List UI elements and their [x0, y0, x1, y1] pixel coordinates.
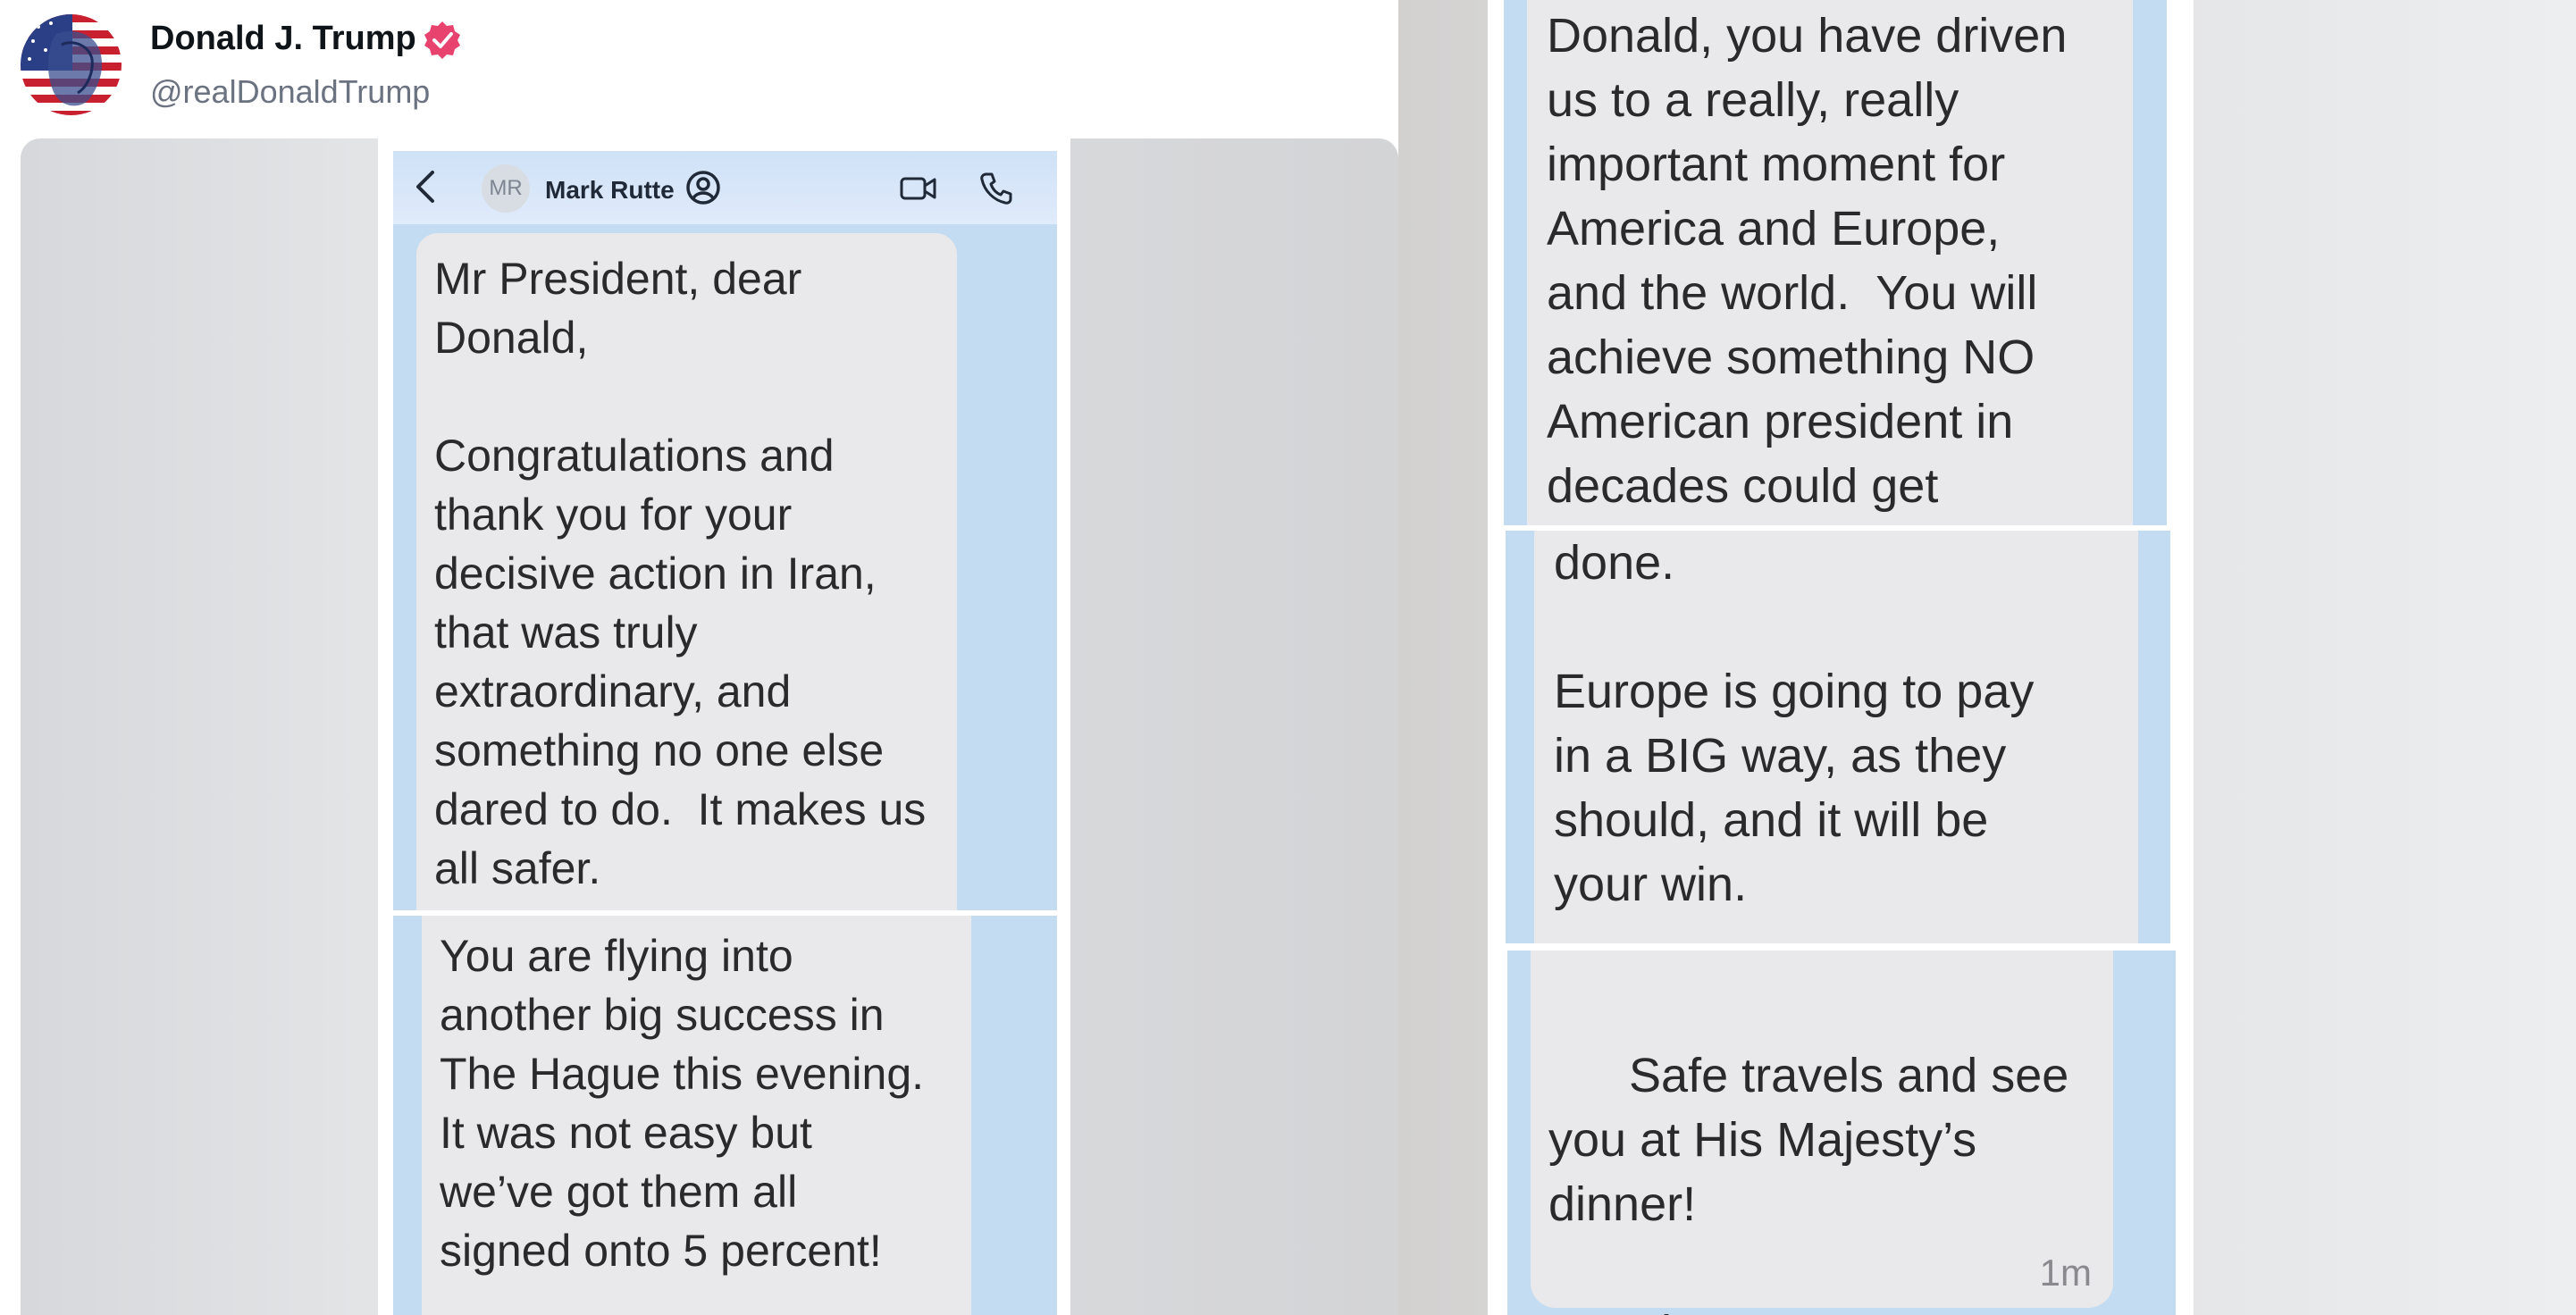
verified-badge-icon: [424, 21, 460, 59]
avatar-flag-portrait-icon: [21, 14, 122, 115]
video-call-icon: [900, 177, 936, 200]
media-image-1[interactable]: MR Mark Rutte Mr President, dear Donald,…: [21, 138, 1398, 1315]
avatar[interactable]: [21, 14, 122, 115]
display-name[interactable]: Donald J. Trump: [150, 20, 416, 58]
message-bubble: done. Europe is going to pay in a BIG wa…: [1534, 531, 2138, 943]
contact-info-icon: [686, 171, 720, 205]
user-handle[interactable]: @realDonaldTrump: [150, 73, 430, 111]
contact-name: Mark Rutte: [545, 176, 675, 204]
message-bubble: Mr President, dear Donald, Congratulatio…: [416, 233, 957, 912]
chat-view: MR Mark Rutte Mr President, dear Donald,…: [393, 151, 1057, 1315]
contact-avatar: MR: [482, 164, 530, 213]
message-timestamp: 1m: [2039, 1252, 2092, 1294]
message-bubble: You are flying into another big success …: [422, 916, 971, 1315]
post-header: Donald J. Trump @realDonaldTrump: [0, 0, 1398, 138]
chat-header-bar: MR Mark Rutte: [393, 151, 1057, 224]
phone-call-icon: [980, 172, 1012, 205]
chat-strip: Safe travels and see you at His Majesty’…: [1507, 951, 2176, 1315]
chat-screenshot-2[interactable]: Donald, you have driven us to a really, …: [1488, 0, 2194, 1315]
chat-strip: done. Europe is going to pay in a BIG wa…: [1506, 531, 2170, 943]
message-bubble: Donald, you have driven us to a really, …: [1527, 0, 2133, 525]
chat-strip: Donald, you have driven us to a really, …: [1504, 0, 2167, 525]
message-bubble: Safe travels and see you at His Majesty’…: [1531, 951, 2113, 1315]
back-chevron-icon: [416, 171, 434, 203]
chat-screenshot-1: MR Mark Rutte Mr President, dear Donald,…: [378, 138, 1070, 1315]
message-text: Safe travels and see you at His Majesty’…: [1548, 1049, 2069, 1315]
